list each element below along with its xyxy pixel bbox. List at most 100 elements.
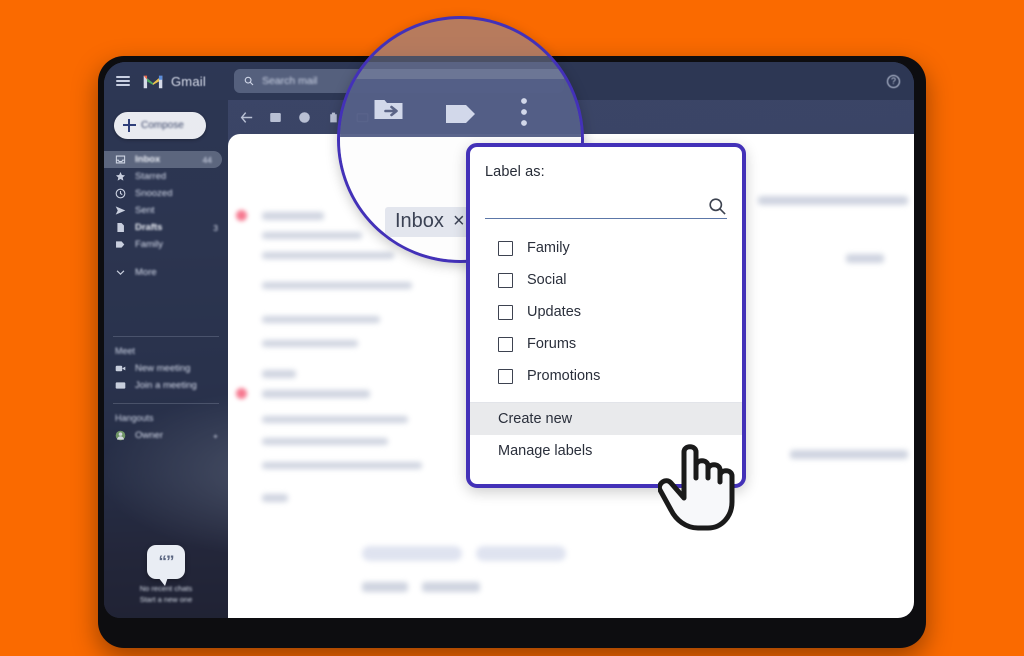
hangouts-user-row[interactable]: Owner + <box>104 427 228 444</box>
video-camera-icon <box>115 365 126 372</box>
hangouts-user-label: Owner <box>135 430 163 441</box>
compose-label: Compose <box>141 120 184 131</box>
arrow-left-icon[interactable] <box>240 111 253 124</box>
sidebar-item-snoozed[interactable]: Snoozed <box>104 185 228 202</box>
chip-label: Inbox <box>395 210 444 232</box>
sidebar-count: 3 <box>213 222 218 233</box>
blurred-text-line <box>362 582 408 592</box>
blurred-text-line <box>262 340 358 347</box>
pointing-hand-cursor <box>658 444 735 531</box>
checkbox-icon[interactable] <box>498 272 513 288</box>
inbox-icon <box>115 155 126 164</box>
label-option-family[interactable]: Family <box>470 232 742 264</box>
close-icon[interactable]: × <box>453 210 465 233</box>
meet-section-header: Meet <box>115 346 136 356</box>
help-question-icon[interactable]: ? <box>887 74 900 88</box>
compose-button[interactable]: Compose <box>114 112 206 139</box>
chat-empty-subtitle: Start a new one <box>139 595 193 604</box>
label-checkbox-list: Family Social Updates Forums Promotions <box>470 219 742 392</box>
gmail-sidebar: Compose Inbox 44 Starred Snoozed Sent Dr… <box>104 100 228 618</box>
sidebar-divider-2 <box>113 403 219 404</box>
blurred-text-line <box>262 316 380 323</box>
label-option-social[interactable]: Social <box>470 264 742 296</box>
meet-item-join-meeting[interactable]: Join a meeting <box>104 377 228 394</box>
blurred-text-line <box>262 494 288 502</box>
gmail-m-logo <box>142 73 164 90</box>
search-icon <box>244 76 254 86</box>
blurred-text-line <box>262 416 408 423</box>
sidebar-item-inbox[interactable]: Inbox 44 <box>104 151 222 168</box>
blurred-text-line <box>262 282 412 289</box>
blurred-text-line <box>262 462 422 469</box>
more-vertical-icon[interactable] <box>520 97 528 127</box>
sidebar-label: Snoozed <box>135 188 173 199</box>
sidebar-label: Drafts <box>135 222 163 233</box>
blurred-text-line <box>262 390 370 398</box>
label-option-promotions[interactable]: Promotions <box>470 360 742 392</box>
checkbox-icon[interactable] <box>498 336 513 352</box>
label-search-input[interactable] <box>485 193 727 219</box>
blurred-text-line <box>758 196 908 205</box>
unread-dot <box>236 388 247 399</box>
blurred-text-line <box>262 212 324 220</box>
avatar <box>115 430 126 441</box>
topbar-right-group: ? <box>887 74 914 88</box>
label-option-forums[interactable]: Forums <box>470 328 742 360</box>
unread-dot <box>236 210 247 221</box>
chat-empty-state: “” No recent chats Start a new one <box>104 545 228 604</box>
archive-icon[interactable] <box>269 111 282 124</box>
keyboard-icon <box>115 382 126 389</box>
label-option-text: Promotions <box>527 368 601 384</box>
sidebar-label: More <box>135 267 157 278</box>
gmail-brand-label: Gmail <box>171 73 206 89</box>
sidebar-item-sent[interactable]: Sent <box>104 202 228 219</box>
label-option-text: Social <box>527 272 567 288</box>
label-option-text: Family <box>527 240 570 256</box>
meet-item-new-meeting[interactable]: New meeting <box>104 360 228 377</box>
sidebar-count: 44 <box>202 154 212 165</box>
sidebar-label: Sent <box>135 205 155 216</box>
blurred-reply-button <box>362 546 462 561</box>
magnified-label-chip-inbox[interactable]: Inbox × <box>385 207 474 237</box>
checkbox-icon[interactable] <box>498 304 513 320</box>
sidebar-label: Inbox <box>135 154 161 165</box>
chat-empty-title: No recent chats <box>139 584 193 593</box>
chat-bubble-icon: “” <box>147 545 185 586</box>
sidebar-item-more[interactable]: More <box>104 264 228 281</box>
label-icon <box>116 241 125 248</box>
hangouts-section-header: Hangouts <box>115 413 154 423</box>
meet-label: Join a meeting <box>135 380 197 391</box>
blurred-text-line <box>422 582 480 592</box>
hamburger-icon[interactable] <box>116 76 130 86</box>
draft-icon <box>117 223 124 232</box>
report-spam-icon[interactable] <box>298 111 311 124</box>
plus-icon <box>123 119 136 132</box>
label-option-updates[interactable]: Updates <box>470 296 742 328</box>
label-tag-icon[interactable] <box>445 103 477 125</box>
clock-icon <box>115 188 126 199</box>
sidebar-item-starred[interactable]: Starred <box>104 168 228 185</box>
move-to-folder-icon[interactable] <box>373 96 404 122</box>
sidebar-label: Starred <box>135 171 167 182</box>
sidebar-item-drafts[interactable]: Drafts 3 <box>104 219 228 236</box>
sidebar-nav-list: Inbox 44 Starred Snoozed Sent Drafts 3 F… <box>104 151 228 281</box>
label-option-text: Updates <box>527 304 582 320</box>
sidebar-item-family[interactable]: Family <box>104 236 228 253</box>
checkbox-icon[interactable] <box>498 368 513 384</box>
plus-icon[interactable]: + <box>213 431 218 441</box>
send-icon <box>115 206 126 215</box>
checkbox-icon[interactable] <box>498 240 513 256</box>
blurred-text-line <box>790 450 908 459</box>
blurred-text-line <box>262 370 296 378</box>
sidebar-divider <box>113 336 219 337</box>
label-option-text: Forums <box>527 336 577 352</box>
dropdown-title: Label as: <box>485 164 545 180</box>
blurred-text-line <box>846 254 884 263</box>
search-icon <box>709 198 726 215</box>
meet-label: New meeting <box>135 363 191 374</box>
star-icon <box>115 172 126 181</box>
search-placeholder: Search mail <box>261 75 318 87</box>
blurred-text-line <box>262 438 388 445</box>
blurred-reply-button <box>476 546 566 561</box>
chevron-down-icon <box>116 270 125 276</box>
